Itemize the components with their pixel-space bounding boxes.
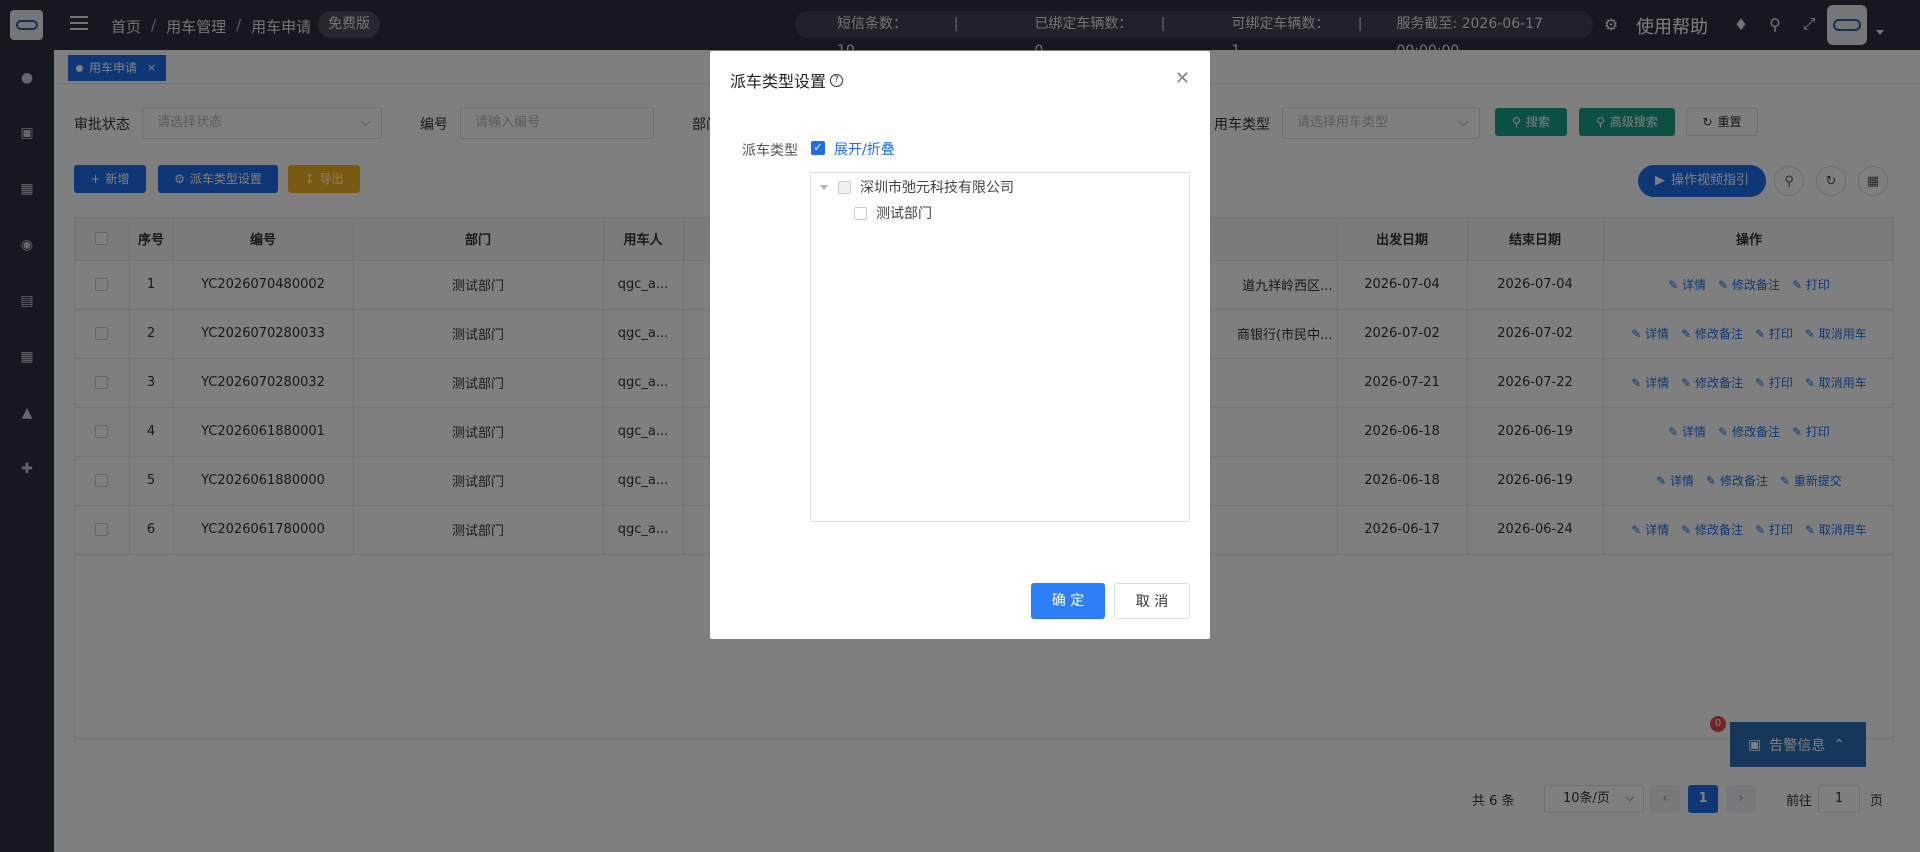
checkbox[interactable]: [838, 180, 851, 194]
expand-collapse-label[interactable]: 展开/折叠: [834, 139, 895, 159]
expand-collapse-checkbox[interactable]: ✓: [811, 141, 825, 155]
tree-node-label: 测试部门: [876, 206, 932, 222]
cancel-button[interactable]: 取 消: [1114, 583, 1190, 619]
help-circle-icon[interactable]: ?: [830, 73, 844, 87]
close-icon[interactable]: ✕: [1175, 68, 1190, 89]
tree-node-label: 深圳市弛元科技有限公司: [860, 180, 1014, 196]
checkbox[interactable]: [854, 206, 867, 220]
dialog-title-text: 派车类型设置: [730, 72, 827, 91]
tree-node-company[interactable]: 深圳市弛元科技有限公司: [820, 177, 1014, 197]
dispatch-type-dialog: 派车类型设置 ? ✕ 派车类型 ✓ 展开/折叠 深圳市弛元科技有限公司 测试部门…: [710, 51, 1210, 639]
dialog-title: 派车类型设置 ?: [730, 68, 844, 92]
tree-node-dept[interactable]: 测试部门: [854, 203, 932, 223]
dispatch-type-label: 派车类型: [742, 143, 798, 159]
confirm-button[interactable]: 确 定: [1031, 583, 1105, 619]
caret-down-icon[interactable]: [820, 184, 828, 190]
dept-tree: 深圳市弛元科技有限公司 测试部门: [810, 172, 1190, 522]
